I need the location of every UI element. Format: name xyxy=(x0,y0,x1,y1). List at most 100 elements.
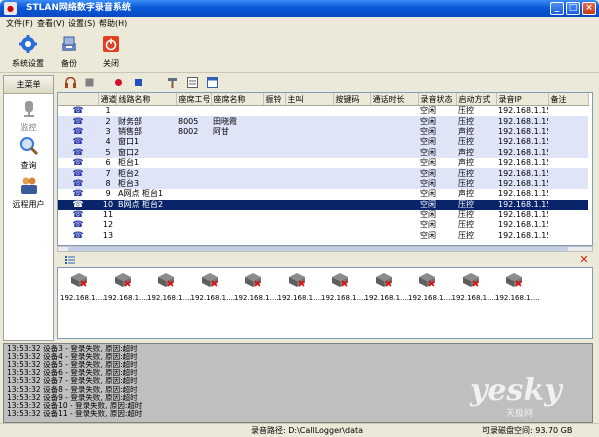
table-row[interactable]: ☎ 12 空闲 压控 192.168.1.158 xyxy=(58,220,588,230)
column-header[interactable]: 通道 xyxy=(98,93,117,106)
device-item[interactable]: 192.168.1.... xyxy=(104,272,148,302)
column-header[interactable]: 备注 xyxy=(548,93,589,106)
cell-keys xyxy=(333,220,370,230)
table-row[interactable]: ☎ 11 空闲 压控 192.168.1.157 xyxy=(58,210,588,220)
system-settings-button[interactable]: 系统设置 xyxy=(8,33,48,71)
main-menu-header: 主菜单 xyxy=(4,76,53,94)
table-row[interactable]: ☎ 13 空闲 压控 192.168.1.158 xyxy=(58,231,588,241)
menu-view[interactable]: 查看(V) xyxy=(37,17,65,30)
column-header[interactable]: 通话时长 xyxy=(370,93,419,106)
cell-agent-name xyxy=(211,158,263,168)
cell-status: 空闲 xyxy=(420,220,436,230)
nav-item-remote-users[interactable]: 远程用户 xyxy=(4,175,53,210)
cell-ring xyxy=(263,199,285,210)
menu-settings[interactable]: 设置(S) xyxy=(68,17,95,30)
cell-ring xyxy=(263,137,285,148)
cell-agent-name: 田晓霞 xyxy=(211,116,263,127)
cell-status: 空闲 xyxy=(420,189,436,199)
record-icon[interactable] xyxy=(113,77,124,88)
menu-file[interactable]: 文件(F) xyxy=(6,17,33,30)
recorder-offline-icon xyxy=(114,273,131,287)
maximize-button[interactable]: □ xyxy=(566,2,580,15)
recorder-offline-icon xyxy=(288,273,305,287)
cell-agent-id xyxy=(176,220,211,230)
column-header[interactable]: 录音IP xyxy=(496,93,549,106)
table-row[interactable]: ☎ 9 A网点 柜台1 空闲 声控 192.168.1.155 xyxy=(58,189,588,199)
column-header[interactable]: 座席名称 xyxy=(211,93,264,106)
cell-agent-name xyxy=(211,199,263,210)
table-row[interactable]: ☎ 6 柜台1 空闲 声控 192.168.1.152 xyxy=(58,158,588,168)
close-window-button[interactable]: × xyxy=(582,2,596,15)
column-header[interactable]: 录音状态 xyxy=(418,93,457,106)
column-header[interactable]: 按键码 xyxy=(333,93,371,106)
table-row[interactable]: ☎8柜台3 空闲压控192.168.1.154 xyxy=(58,178,588,190)
recorder-offline-icon xyxy=(245,273,261,287)
device-item[interactable]: 192.168.1.... xyxy=(495,272,540,302)
table-row[interactable]: ☎ 1 空闲 压控 192.168.1.150 xyxy=(58,106,588,117)
phone-icon: ☎ xyxy=(58,126,98,138)
backup-button[interactable]: 备份 xyxy=(56,33,82,71)
cell-ip: 192.168.1.151 xyxy=(496,147,548,158)
device-item[interactable]: 192.168.1.... xyxy=(60,272,105,302)
close-panel-icon[interactable]: ✕ xyxy=(578,253,590,267)
column-header[interactable]: 座席工号 xyxy=(176,93,212,106)
stop-record-icon[interactable] xyxy=(133,77,144,88)
window-icon[interactable] xyxy=(207,77,218,88)
list-icon[interactable] xyxy=(187,77,198,88)
watermark-text: yesky xyxy=(470,373,562,408)
column-header[interactable]: 振铃 xyxy=(263,93,286,106)
cell-status: 空闲 xyxy=(418,126,456,138)
column-header[interactable]: 启动方式 xyxy=(456,93,497,106)
cell-ip: 192.168.1.150 xyxy=(498,106,548,116)
close-label: 关闭 xyxy=(103,59,119,68)
cell-note xyxy=(548,147,588,158)
nav-label-query: 查询 xyxy=(20,161,37,170)
power-icon xyxy=(103,36,119,52)
column-header[interactable]: 线路名称 xyxy=(116,93,177,106)
phone-icon: ☎ xyxy=(58,147,98,158)
table-row[interactable]: ☎7柜台2 空闲压控192.168.1.153 xyxy=(58,168,588,179)
table-row[interactable]: ☎4窗口1 空闲压控192.168.1.151 xyxy=(58,137,588,148)
device-item[interactable]: 192.168.1.... xyxy=(234,272,279,302)
cell-keys xyxy=(333,178,370,190)
device-item[interactable]: 192.168.1.... xyxy=(321,272,366,302)
cell-caller xyxy=(285,199,333,210)
table-row[interactable]: ☎3销售部8002阿甘 空闲声控192.168.1.151 xyxy=(58,126,588,138)
cell-caller xyxy=(285,231,333,241)
horizontal-scrollbar[interactable] xyxy=(57,246,593,252)
nav-item-monitor[interactable]: 监控 xyxy=(4,98,53,133)
cell-status: 空闲 xyxy=(418,199,456,210)
cell-ip: 192.168.1.154 xyxy=(496,178,548,190)
table-row[interactable]: ☎5窗口2 空闲声控192.168.1.151 xyxy=(58,147,588,158)
table-row[interactable]: ☎2财务部8005田晓霞 空闲压控192.168.1.151 xyxy=(58,116,588,127)
headphone-icon[interactable] xyxy=(65,77,76,88)
channel-table: 通道 线路名称 座席工号 座席名称 振铃 主叫 按键码 通话时长 录音状态 启动… xyxy=(57,92,593,246)
hammer-icon[interactable] xyxy=(167,77,178,88)
device-item[interactable]: 192.168.1.... xyxy=(365,272,409,302)
menu-help[interactable]: 帮助(H) xyxy=(99,17,127,30)
stop-icon[interactable] xyxy=(84,77,95,88)
cell-agent-id: 8005 xyxy=(176,116,211,127)
nav-item-query[interactable]: 查询 xyxy=(4,136,53,171)
cell-caller xyxy=(285,116,333,127)
device-item[interactable]: 192.168.1.... xyxy=(191,272,235,302)
close-button[interactable]: 关闭 xyxy=(98,33,124,71)
device-item[interactable]: 192.168.1.... xyxy=(147,272,192,302)
main-menu-panel: 主菜单 监控 查询 远程用户 xyxy=(3,75,54,341)
list-view-icon[interactable] xyxy=(65,255,75,265)
recorder-offline-icon xyxy=(158,273,174,287)
cell-ip: 192.168.1.156 xyxy=(496,199,548,210)
minimize-button[interactable]: _ xyxy=(550,2,564,15)
device-item[interactable]: 192.168.1.... xyxy=(408,272,453,302)
cell-note xyxy=(548,189,588,199)
device-item[interactable]: 192.168.1.... xyxy=(278,272,322,302)
table-row[interactable]: ☎10B网点 柜台2 空闲压控192.168.1.156 xyxy=(58,199,588,210)
device-item[interactable]: 192.168.1.... xyxy=(452,272,496,302)
cell-caller xyxy=(285,137,333,148)
cell-keys xyxy=(333,106,370,117)
channel-toolbar xyxy=(57,75,593,91)
scrollbar-thumb[interactable] xyxy=(68,247,568,251)
cell-start-mode: 压控 xyxy=(456,199,496,210)
column-header[interactable] xyxy=(58,93,99,106)
column-header[interactable]: 主叫 xyxy=(285,93,334,106)
